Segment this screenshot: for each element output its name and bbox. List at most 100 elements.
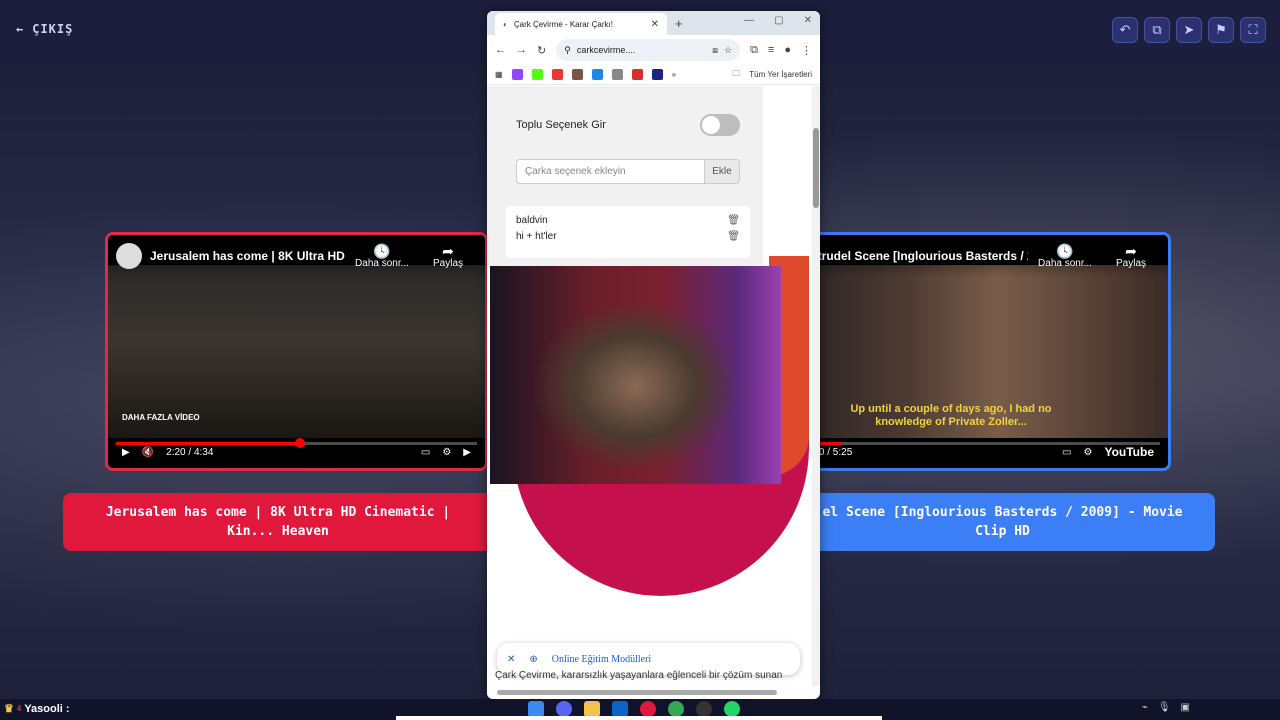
video-player-right[interactable]: g Strudel Scene [Inglourious Basterds / … — [788, 232, 1171, 471]
back-icon[interactable]: ← — [495, 44, 506, 56]
site-info-icon[interactable]: ⚲ — [564, 45, 571, 56]
watch-later-label: Daha sonr... — [1038, 257, 1092, 269]
toggle-knob — [702, 116, 720, 134]
arrow-left-icon: ← — [16, 22, 25, 36]
mute-icon[interactable]: 🔇 — [142, 447, 154, 458]
kick-icon[interactable] — [531, 69, 543, 80]
bookmark-icon[interactable] — [591, 69, 603, 80]
reload-icon[interactable]: ↻ — [537, 44, 546, 57]
video-caption-left: Jerusalem has come | 8K Ultra HD Cinemat… — [63, 493, 493, 551]
nav-bar: ← → ↻ ⚲ carkcevirme.... ⧈ ☆ ⧉ ≡ ● ⋮ — [487, 35, 820, 65]
play-icon[interactable]: ▶ — [122, 447, 130, 458]
file-explorer-icon[interactable] — [584, 701, 600, 717]
trash-icon[interactable]: 🗑 — [727, 231, 740, 242]
menu-icon[interactable]: ⋮ — [801, 44, 812, 57]
video-player-left[interactable]: Jerusalem has come | 8K Ultra HD Cine...… — [105, 232, 488, 471]
address-bar[interactable]: ⚲ carkcevirme.... ⧈ ☆ — [556, 39, 741, 61]
more-bookmarks-icon[interactable]: » — [672, 70, 676, 79]
watch-later-button[interactable]: 🕓 Daha sonr... — [1036, 244, 1094, 269]
extensions-icon[interactable]: ⧉ — [750, 44, 758, 57]
new-tab-icon[interactable]: + — [675, 16, 683, 31]
send-icon[interactable]: ➤ — [1176, 17, 1202, 43]
youtube-logo[interactable]: YouTube — [1104, 445, 1154, 459]
captions-icon[interactable]: ▭ — [1062, 447, 1071, 458]
promo-link[interactable]: Online Eğitim Modülleri — [552, 654, 651, 665]
video-title[interactable]: g Strudel Scene [Inglourious Basterds / … — [799, 249, 1028, 263]
mic-icon[interactable]: 🎙 — [1158, 702, 1171, 713]
scroll-thumb[interactable] — [813, 128, 819, 208]
folder-icon[interactable]: 🗀 — [732, 68, 740, 82]
options-panel: Toplu Seçenek Gir Ekle baldvin 🗑 hi + ht… — [487, 86, 763, 266]
apps-icon[interactable]: ▦ — [495, 70, 503, 79]
video-controls: 0:40 / 5:25 ▭ ⚙ YouTube — [791, 440, 1168, 464]
fullscreen-icon[interactable]: ⛶ — [1240, 17, 1266, 43]
option-label: baldvin — [516, 214, 548, 226]
dice-icon[interactable]: ⧉ — [1144, 17, 1170, 43]
windows-start-icon[interactable] — [528, 701, 544, 717]
tray-app-icon[interactable]: ▣ — [1181, 702, 1190, 713]
username: Yasooli : — [24, 702, 70, 715]
bookmark-icon[interactable] — [571, 69, 583, 80]
captions-icon[interactable]: ▭ — [421, 447, 430, 458]
outlook-icon[interactable] — [612, 701, 628, 717]
settings-icon[interactable]: ⚙ — [442, 447, 451, 458]
flag-icon[interactable]: ⚑ — [1208, 17, 1234, 43]
share-button[interactable]: ➦ Paylaş — [1102, 244, 1160, 269]
undo-icon[interactable]: ↶ — [1112, 17, 1138, 43]
exit-label: ÇIKIŞ — [32, 22, 74, 36]
media-icon[interactable]: ≡ — [768, 44, 774, 56]
whatsapp-icon[interactable] — [724, 701, 740, 717]
taskbar-apps — [528, 701, 740, 717]
site-favicon-icon: ◐ — [503, 19, 508, 29]
close-icon[interactable]: ✕ — [507, 654, 515, 665]
bookmark-icon[interactable] — [611, 69, 623, 80]
profile-avatar[interactable]: ● — [784, 44, 791, 56]
url-text: carkcevirme.... — [576, 45, 636, 55]
tab-strip: ◐ Çark Çevirme - Karar Çarkı! ✕ + — ▢ ✕ — [487, 11, 820, 35]
arrow-circle-icon: ⊕ — [529, 653, 538, 665]
discord-icon[interactable] — [556, 701, 572, 717]
close-tab-icon[interactable]: ✕ — [651, 19, 659, 30]
video-title[interactable]: Jerusalem has come | 8K Ultra HD Cine... — [150, 249, 345, 263]
channel-avatar[interactable] — [116, 243, 142, 269]
youtube-logo-icon[interactable]: ▶ — [463, 447, 471, 458]
add-option-button[interactable]: Ekle — [704, 159, 740, 184]
twitch-icon[interactable] — [511, 69, 523, 80]
more-videos-label[interactable]: DAHA FAZLA VİDEO — [122, 413, 200, 422]
bulk-entry-toggle[interactable] — [700, 114, 740, 136]
browser-tab[interactable]: ◐ Çark Çevirme - Karar Çarkı! ✕ — [495, 13, 667, 35]
system-tray: ⌁ 🎙 ▣ — [1142, 702, 1190, 713]
crown-icon: ♛ — [4, 703, 14, 715]
opera-icon[interactable] — [640, 701, 656, 717]
bookmark-icon[interactable] — [631, 69, 643, 80]
all-bookmarks-label[interactable]: Tüm Yer İşaretleri — [749, 70, 812, 79]
chrome-icon[interactable] — [668, 701, 684, 717]
vertical-scrollbar[interactable] — [812, 86, 820, 686]
settings-icon[interactable]: ⚙ — [1083, 447, 1092, 458]
close-window-icon[interactable]: ✕ — [804, 15, 812, 26]
webcam-overlay — [490, 266, 781, 484]
watch-later-button[interactable]: 🕓 Daha sonr... — [353, 244, 411, 269]
add-option-row: Ekle — [516, 159, 740, 184]
trash-icon[interactable]: 🗑 — [727, 215, 740, 226]
share-label: Paylaş — [1115, 257, 1146, 269]
forward-icon[interactable]: → — [516, 44, 527, 56]
maps-icon[interactable] — [551, 69, 563, 80]
share-button[interactable]: ➦ Paylaş — [419, 244, 477, 269]
obs-icon[interactable] — [696, 701, 712, 717]
watch-later-label: Daha sonr... — [355, 257, 409, 269]
exit-button[interactable]: ← ÇIKIŞ — [16, 22, 73, 36]
list-item: baldvin 🗑 — [516, 212, 740, 228]
bookmark-star-icon[interactable]: ☆ — [724, 45, 732, 56]
browser-window: ◐ Çark Çevirme - Karar Çarkı! ✕ + — ▢ ✕ … — [487, 11, 820, 699]
maximize-icon[interactable]: ▢ — [774, 15, 783, 26]
video-caption-right: el Scene [Inglourious Basterds / 2009] -… — [790, 493, 1215, 551]
clock-icon: 🕓 — [373, 242, 391, 259]
network-icon[interactable]: ⌁ — [1142, 702, 1148, 713]
option-input[interactable] — [516, 159, 704, 184]
horizontal-scrollbar[interactable] — [497, 690, 777, 695]
install-icon[interactable]: ⧈ — [712, 45, 718, 56]
bookmark-icon[interactable] — [651, 69, 663, 80]
minimize-icon[interactable]: — — [744, 15, 754, 26]
video-subtitle: Up until a couple of days ago, I had no … — [850, 403, 1052, 428]
